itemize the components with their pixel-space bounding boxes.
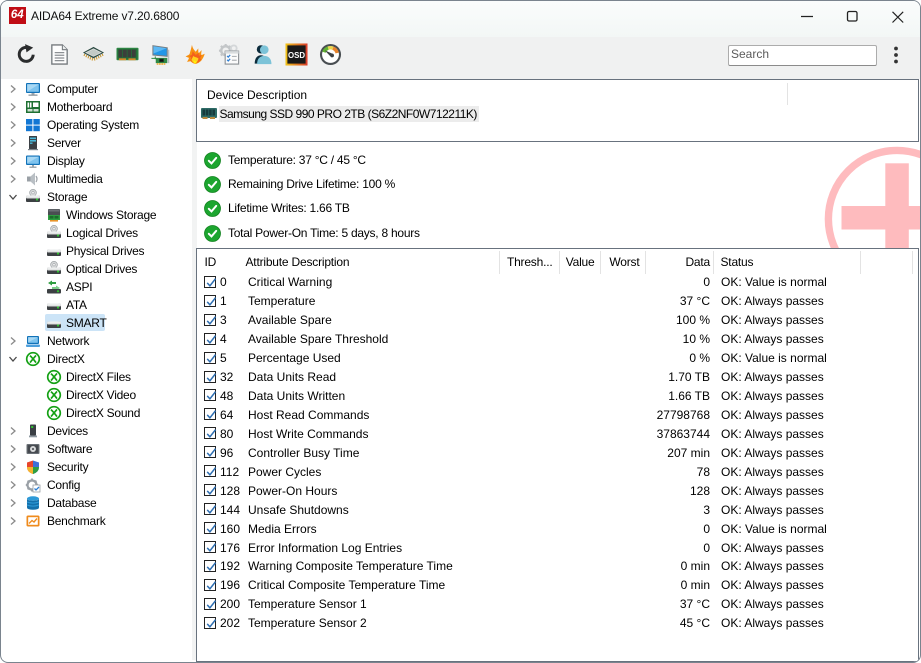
svg-text:OSD: OSD	[288, 51, 305, 60]
